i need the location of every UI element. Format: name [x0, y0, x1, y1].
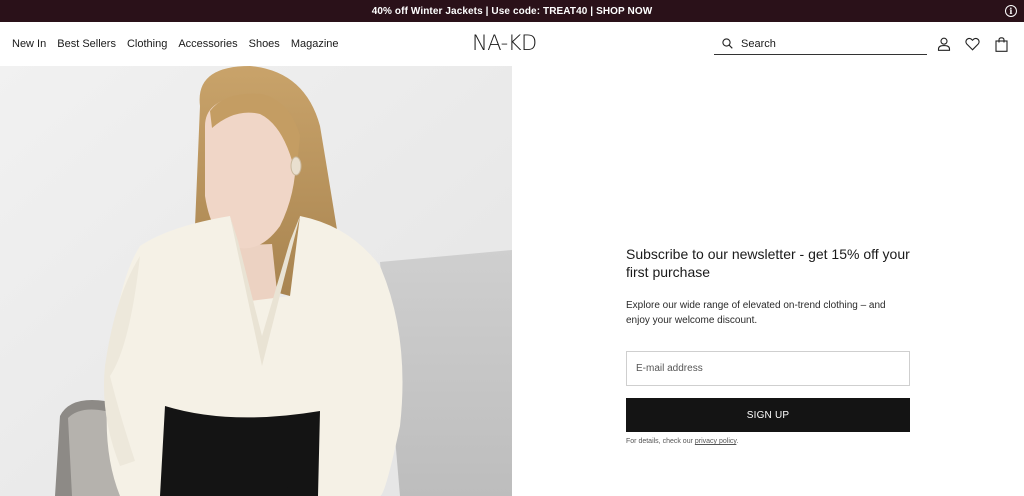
logo[interactable]: NA-KD	[472, 31, 537, 55]
nav-item-accessories[interactable]: Accessories	[178, 38, 237, 50]
privacy-policy-link[interactable]: privacy policy	[695, 438, 737, 445]
nav-item-magazine[interactable]: Magazine	[291, 38, 339, 50]
search-bar[interactable]	[714, 33, 927, 55]
newsletter-description: Explore our wide range of elevated on-tr…	[626, 300, 886, 326]
fine-print: For details, check our privacy policy.	[626, 438, 910, 445]
info-icon[interactable]: i	[1005, 5, 1017, 17]
heart-icon[interactable]	[964, 36, 980, 52]
site-header: New In Best Sellers Clothing Accessories…	[0, 22, 1024, 66]
sign-up-button[interactable]: SIGN UP	[626, 398, 910, 432]
bag-icon[interactable]	[993, 36, 1009, 52]
search-icon	[722, 38, 733, 49]
newsletter-title: Subscribe to our newsletter - get 15% of…	[626, 246, 910, 280]
nav-item-clothing[interactable]: Clothing	[127, 38, 167, 50]
fine-print-period: .	[736, 438, 739, 445]
user-icon[interactable]	[936, 36, 952, 52]
search-input[interactable]	[741, 37, 911, 50]
main-nav: New In Best Sellers Clothing Accessories…	[12, 38, 339, 50]
promo-banner[interactable]: 40% off Winter Jackets | Use code: TREAT…	[0, 0, 1024, 22]
email-input[interactable]	[636, 363, 896, 374]
nav-item-new-in[interactable]: New In	[12, 38, 46, 50]
newsletter-section: Subscribe to our newsletter - get 15% of…	[626, 245, 910, 445]
nav-item-shoes[interactable]: Shoes	[249, 38, 280, 50]
nav-item-best-sellers[interactable]: Best Sellers	[57, 38, 116, 50]
promo-text[interactable]: 40% off Winter Jackets | Use code: TREAT…	[372, 6, 653, 17]
hero-image	[0, 66, 512, 496]
model-photo	[0, 66, 512, 496]
fine-print-text: For details, check our	[626, 438, 693, 445]
email-field[interactable]	[626, 351, 910, 386]
